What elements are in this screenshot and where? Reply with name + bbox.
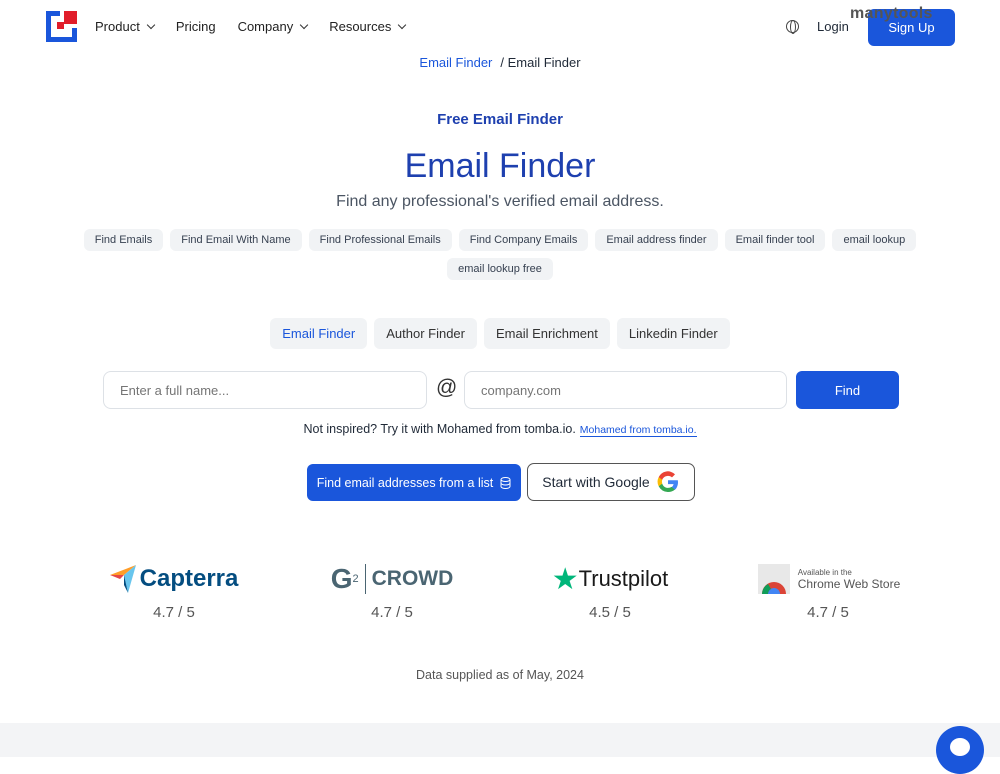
tab-email-enrichment[interactable]: Email Enrichment bbox=[483, 318, 610, 349]
find-from-list-button[interactable]: Find email addresses from a list bbox=[307, 464, 521, 501]
tag[interactable]: Find Company Emails bbox=[458, 229, 589, 251]
hint-text: Not inspired? Try it with Mohamed from t… bbox=[303, 422, 576, 436]
tab-linkedin-finder[interactable]: Linkedin Finder bbox=[616, 318, 730, 349]
nav-product[interactable]: Product bbox=[95, 19, 156, 34]
finder-tabs: Email Finder Author Finder Email Enrichm… bbox=[0, 318, 1000, 349]
hint-link[interactable]: Mohamed from tomba.io. bbox=[579, 424, 697, 437]
rating-score: 4.7 / 5 bbox=[371, 604, 413, 621]
footer-band bbox=[0, 723, 1000, 757]
database-icon bbox=[500, 476, 511, 489]
rating-g2crowd: G 2 CROWD 4.7 / 5 bbox=[292, 560, 492, 621]
tag[interactable]: email lookup free bbox=[447, 258, 553, 280]
hint: Not inspired? Try it with Mohamed from t… bbox=[0, 422, 1000, 437]
capterra-logo: Capterra bbox=[74, 560, 274, 598]
tag[interactable]: Find Email With Name bbox=[170, 229, 302, 251]
eyebrow: Free Email Finder bbox=[437, 111, 563, 128]
capterra-arrow-icon bbox=[109, 565, 136, 593]
globe-icon[interactable] bbox=[786, 20, 799, 34]
data-supplied-note: Data supplied as of May, 2024 bbox=[416, 668, 584, 682]
domain-input[interactable] bbox=[464, 371, 787, 409]
tag[interactable]: Email finder tool bbox=[724, 229, 826, 251]
nav-company[interactable]: Company bbox=[238, 19, 309, 34]
start-with-google-button[interactable]: Start with Google bbox=[527, 463, 695, 501]
star-icon: ★ bbox=[551, 562, 579, 596]
nav-pricing[interactable]: Pricing bbox=[176, 19, 216, 34]
rating-trustpilot: ★ Trustpilot 4.5 / 5 bbox=[510, 560, 710, 622]
trustpilot-logo: ★ Trustpilot bbox=[551, 562, 669, 596]
google-icon bbox=[657, 471, 678, 493]
chevron-down-icon bbox=[398, 20, 407, 30]
rating-chrome-store: Available in the Chrome Web Store 4.7 / 5 bbox=[728, 560, 928, 621]
tag[interactable]: Email address finder bbox=[595, 229, 718, 251]
at-sign: @ bbox=[436, 376, 458, 399]
nav-resources[interactable]: Resources bbox=[329, 19, 407, 34]
chat-widget-button[interactable] bbox=[936, 726, 984, 774]
tag[interactable]: Find Professional Emails bbox=[308, 229, 452, 251]
tag[interactable]: email lookup bbox=[832, 229, 917, 251]
chevron-down-icon bbox=[146, 20, 156, 30]
tab-author-finder[interactable]: Author Finder bbox=[374, 318, 477, 349]
breadcrumb-link[interactable]: Email Finder bbox=[419, 55, 492, 70]
chevron-down-icon bbox=[299, 20, 309, 30]
chrome-store-logo: Available in the Chrome Web Store bbox=[728, 560, 928, 598]
watermark: manytools bbox=[850, 5, 933, 22]
breadcrumb-current: / Email Finder bbox=[500, 55, 581, 70]
find-button[interactable]: Find bbox=[796, 371, 899, 409]
list-button-label: Find email addresses from a list bbox=[316, 475, 494, 490]
chrome-icon bbox=[757, 564, 790, 594]
full-name-input[interactable] bbox=[103, 371, 427, 409]
tab-email-finder[interactable]: Email Finder bbox=[270, 318, 368, 349]
tag-list: Find Emails Find Email With Name Find Pr… bbox=[80, 229, 920, 280]
rating-score: 4.7 / 5 bbox=[807, 604, 849, 621]
breadcrumb: Email Finder / Email Finder bbox=[0, 55, 1000, 70]
google-button-label: Start with Google bbox=[542, 474, 650, 490]
top-nav: Product Pricing Company Resources Login … bbox=[0, 0, 1000, 54]
tag[interactable]: Find Emails bbox=[83, 229, 164, 251]
g2crowd-logo: G 2 CROWD bbox=[330, 563, 454, 594]
subtitle: Find any professional's verified email a… bbox=[336, 193, 664, 210]
page-title: Email Finder bbox=[404, 147, 596, 185]
tomba-logo[interactable] bbox=[46, 11, 77, 42]
login-link[interactable]: Login bbox=[817, 19, 849, 34]
rating-score: 4.5 / 5 bbox=[589, 604, 631, 621]
rating-score: 4.7 / 5 bbox=[153, 604, 195, 621]
rating-capterra: Capterra 4.7 / 5 bbox=[74, 560, 274, 621]
